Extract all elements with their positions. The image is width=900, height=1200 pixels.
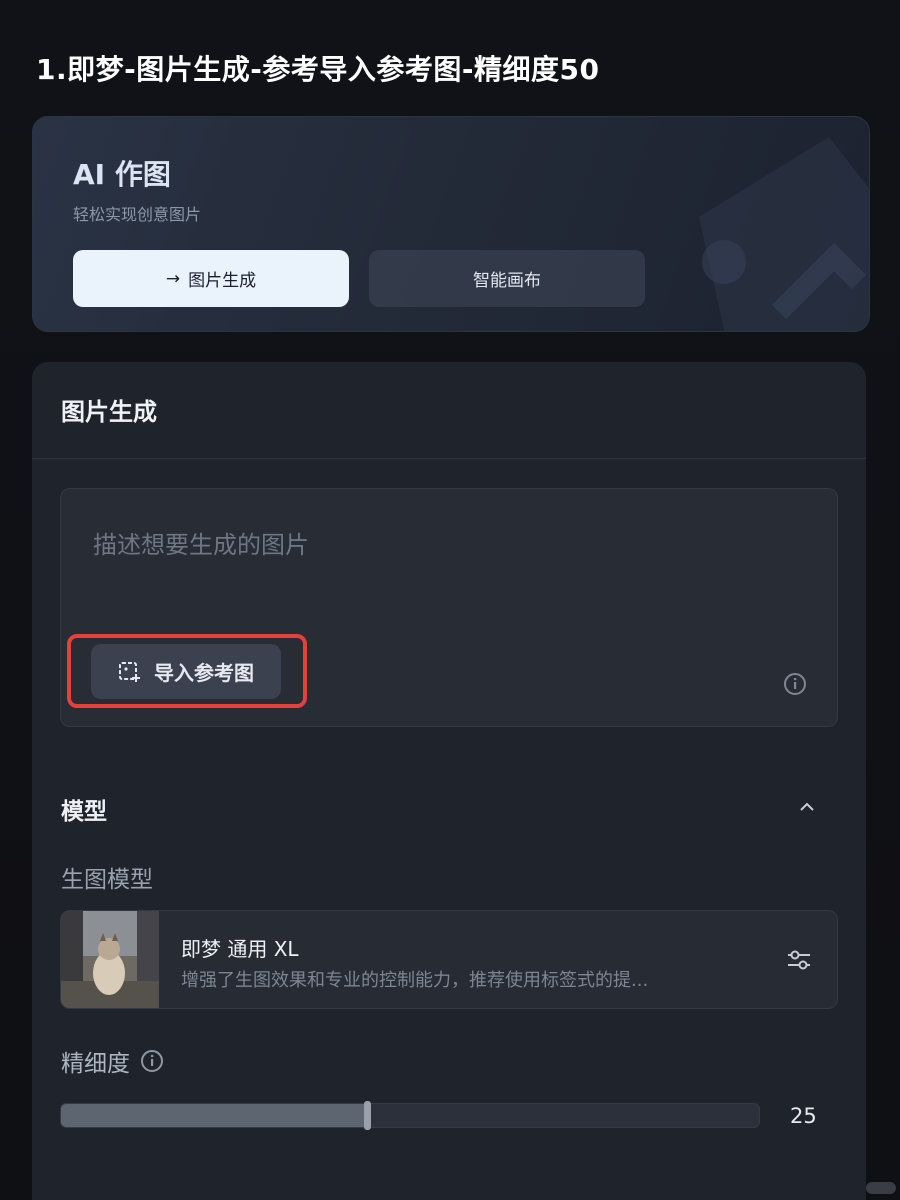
model-name: 即梦 通用 XL xyxy=(181,937,299,961)
arrow-right-icon: → xyxy=(165,268,181,289)
import-reference-button[interactable]: 导入参考图 xyxy=(91,644,281,699)
panel-title: 图片生成 xyxy=(61,398,157,426)
panel-header: 图片生成 xyxy=(32,362,866,459)
prompt-input[interactable]: 描述想要生成的图片 导入参考图 xyxy=(60,488,838,727)
smart-canvas-button[interactable]: 智能画布 xyxy=(369,250,645,307)
hero-card: AI 作图 轻松实现创意图片 → 图片生成 智能画布 xyxy=(32,116,870,332)
generation-panel: 图片生成 描述想要生成的图片 导入参考图 模型 生图模型 即梦 通用 XL 增强… xyxy=(32,362,866,1200)
watermark xyxy=(866,1182,896,1194)
model-section-title: 模型 xyxy=(61,799,107,825)
model-description: 增强了生图效果和专业的控制能力，推荐使用标签式的提... xyxy=(181,970,649,991)
detail-slider-thumb[interactable] xyxy=(364,1101,372,1130)
detail-value: 25 xyxy=(790,1104,817,1128)
hero-title: AI 作图 xyxy=(73,158,171,191)
decorative-shape-icon xyxy=(699,137,869,331)
prompt-placeholder: 描述想要生成的图片 xyxy=(93,531,309,559)
hero-subtitle: 轻松实现创意图片 xyxy=(73,205,202,224)
info-icon[interactable] xyxy=(140,1049,164,1073)
image-add-icon xyxy=(119,661,140,682)
model-sub-label: 生图模型 xyxy=(61,867,153,893)
import-reference-label: 导入参考图 xyxy=(154,661,254,685)
page: 1.即梦-图片生成-参考导入参考图-精细度50 AI 作图 轻松实现创意图片 →… xyxy=(0,0,900,1200)
image-generation-button[interactable]: → 图片生成 xyxy=(73,250,349,307)
info-icon[interactable] xyxy=(783,672,807,696)
detail-label: 精细度 xyxy=(61,1044,164,1078)
caption-title: 1.即梦-图片生成-参考导入参考图-精细度50 xyxy=(36,53,600,86)
model-card[interactable]: 即梦 通用 XL 增强了生图效果和专业的控制能力，推荐使用标签式的提... xyxy=(60,910,838,1009)
smart-canvas-label: 智能画布 xyxy=(473,271,541,291)
detail-slider-track[interactable] xyxy=(60,1103,760,1128)
model-thumbnail xyxy=(61,911,159,1008)
chevron-up-icon[interactable] xyxy=(796,796,818,818)
detail-slider-fill xyxy=(61,1104,369,1127)
image-generation-label: 图片生成 xyxy=(188,271,257,291)
sliders-icon[interactable] xyxy=(785,946,813,974)
detail-label-text: 精细度 xyxy=(61,1051,130,1077)
